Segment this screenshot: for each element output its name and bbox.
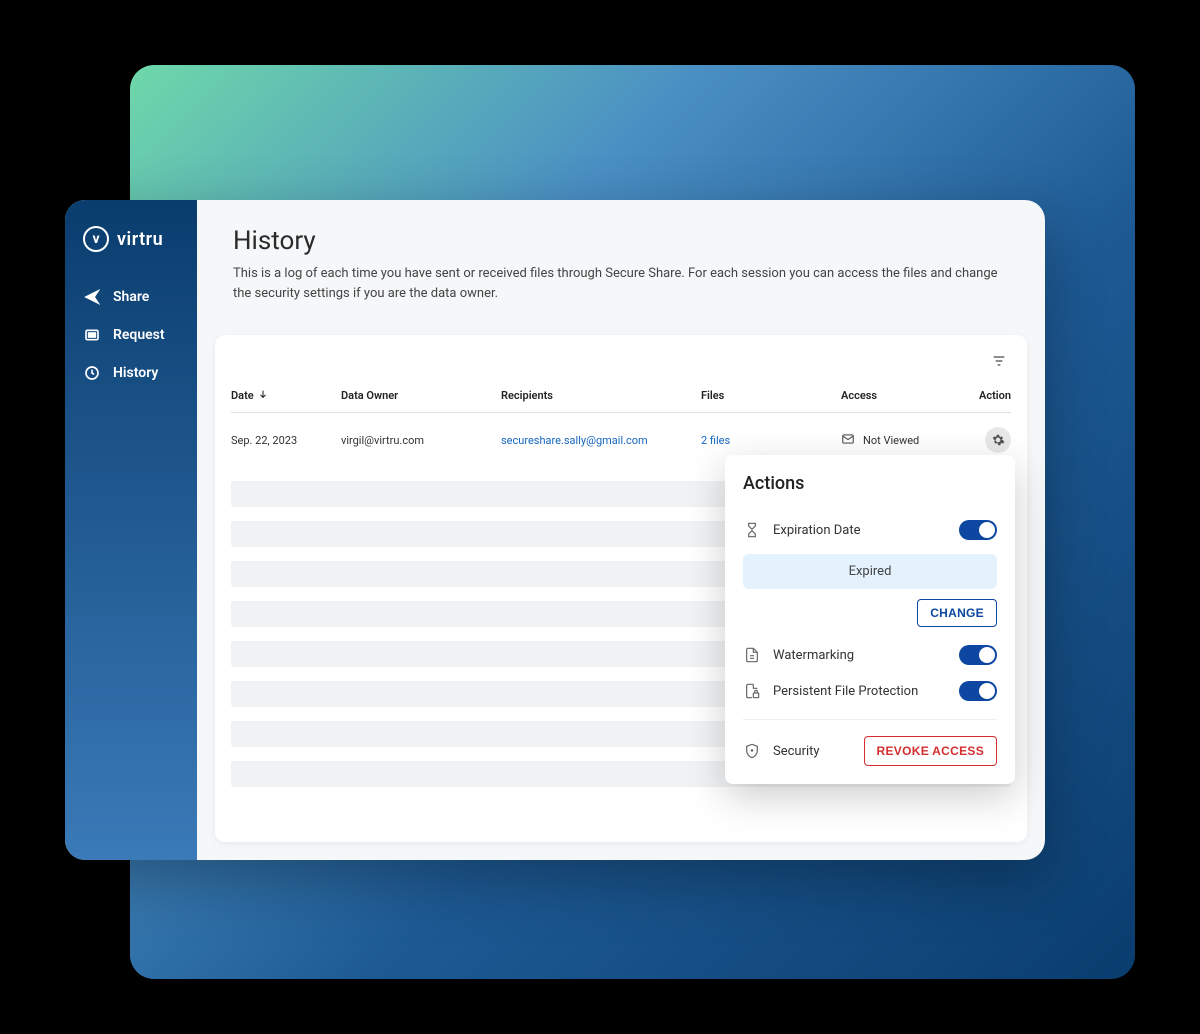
cell-owner: virgil@virtru.com bbox=[341, 434, 501, 447]
shield-icon bbox=[743, 742, 761, 760]
change-button[interactable]: CHANGE bbox=[917, 599, 997, 627]
revoke-access-button[interactable]: REVOKE ACCESS bbox=[864, 736, 997, 766]
hourglass-icon bbox=[743, 521, 761, 539]
column-header-access[interactable]: Access bbox=[841, 389, 961, 402]
page-description: This is a log of each time you have sent… bbox=[233, 264, 1009, 303]
column-header-owner[interactable]: Data Owner bbox=[341, 389, 501, 402]
sidebar-item-history[interactable]: History bbox=[65, 354, 197, 392]
table-header-row: Date Data Owner Recipients Files Access … bbox=[231, 381, 1011, 413]
sort-down-icon bbox=[258, 389, 268, 402]
mail-icon bbox=[841, 432, 855, 449]
watermarking-row: Watermarking bbox=[743, 637, 997, 673]
document-icon bbox=[743, 646, 761, 664]
sidebar-item-label: Share bbox=[113, 289, 149, 305]
column-header-date[interactable]: Date bbox=[231, 389, 341, 402]
cell-access: Not Viewed bbox=[841, 432, 961, 449]
column-header-files[interactable]: Files bbox=[701, 389, 841, 402]
expiration-toggle[interactable] bbox=[959, 520, 997, 540]
expiration-label: Expiration Date bbox=[773, 523, 947, 538]
cell-files[interactable]: 2 files bbox=[701, 434, 841, 447]
watermarking-toggle[interactable] bbox=[959, 645, 997, 665]
inbox-icon bbox=[83, 326, 101, 344]
sidebar-item-request[interactable]: Request bbox=[65, 316, 197, 354]
sidebar-item-label: Request bbox=[113, 327, 165, 343]
brand-name: virtru bbox=[117, 229, 163, 250]
security-label: Security bbox=[773, 744, 852, 759]
row-actions-button[interactable] bbox=[985, 427, 1011, 453]
logo: v virtru bbox=[65, 226, 197, 278]
pfp-label: Persistent File Protection bbox=[773, 684, 947, 699]
pfp-row: Persistent File Protection bbox=[743, 673, 997, 709]
column-header-action: Action bbox=[961, 389, 1011, 402]
send-icon bbox=[83, 288, 101, 306]
sidebar: v virtru Share Request History bbox=[65, 200, 197, 860]
expired-pill: Expired bbox=[743, 554, 997, 589]
cell-recipients[interactable]: secureshare.sally@gmail.com bbox=[501, 434, 701, 447]
sidebar-item-share[interactable]: Share bbox=[65, 278, 197, 316]
history-icon bbox=[83, 364, 101, 382]
divider bbox=[743, 719, 997, 720]
cell-date: Sep. 22, 2023 bbox=[231, 434, 341, 447]
page-title: History bbox=[233, 226, 1009, 256]
page-header: History This is a log of each time you h… bbox=[197, 200, 1045, 321]
pfp-toggle[interactable] bbox=[959, 681, 997, 701]
actions-popover: Actions Expiration Date Expired CHANGE W… bbox=[725, 455, 1015, 784]
expiration-row: Expiration Date bbox=[743, 512, 997, 548]
popover-title: Actions bbox=[743, 473, 997, 494]
cell-action bbox=[961, 427, 1011, 453]
watermarking-label: Watermarking bbox=[773, 648, 947, 663]
column-header-recipients[interactable]: Recipients bbox=[501, 389, 701, 402]
logo-mark-icon: v bbox=[83, 226, 109, 252]
security-row: Security REVOKE ACCESS bbox=[743, 730, 997, 766]
filter-button[interactable] bbox=[987, 349, 1011, 373]
app-window: v virtru Share Request History History T… bbox=[65, 200, 1045, 860]
file-lock-icon bbox=[743, 682, 761, 700]
sidebar-item-label: History bbox=[113, 365, 158, 381]
